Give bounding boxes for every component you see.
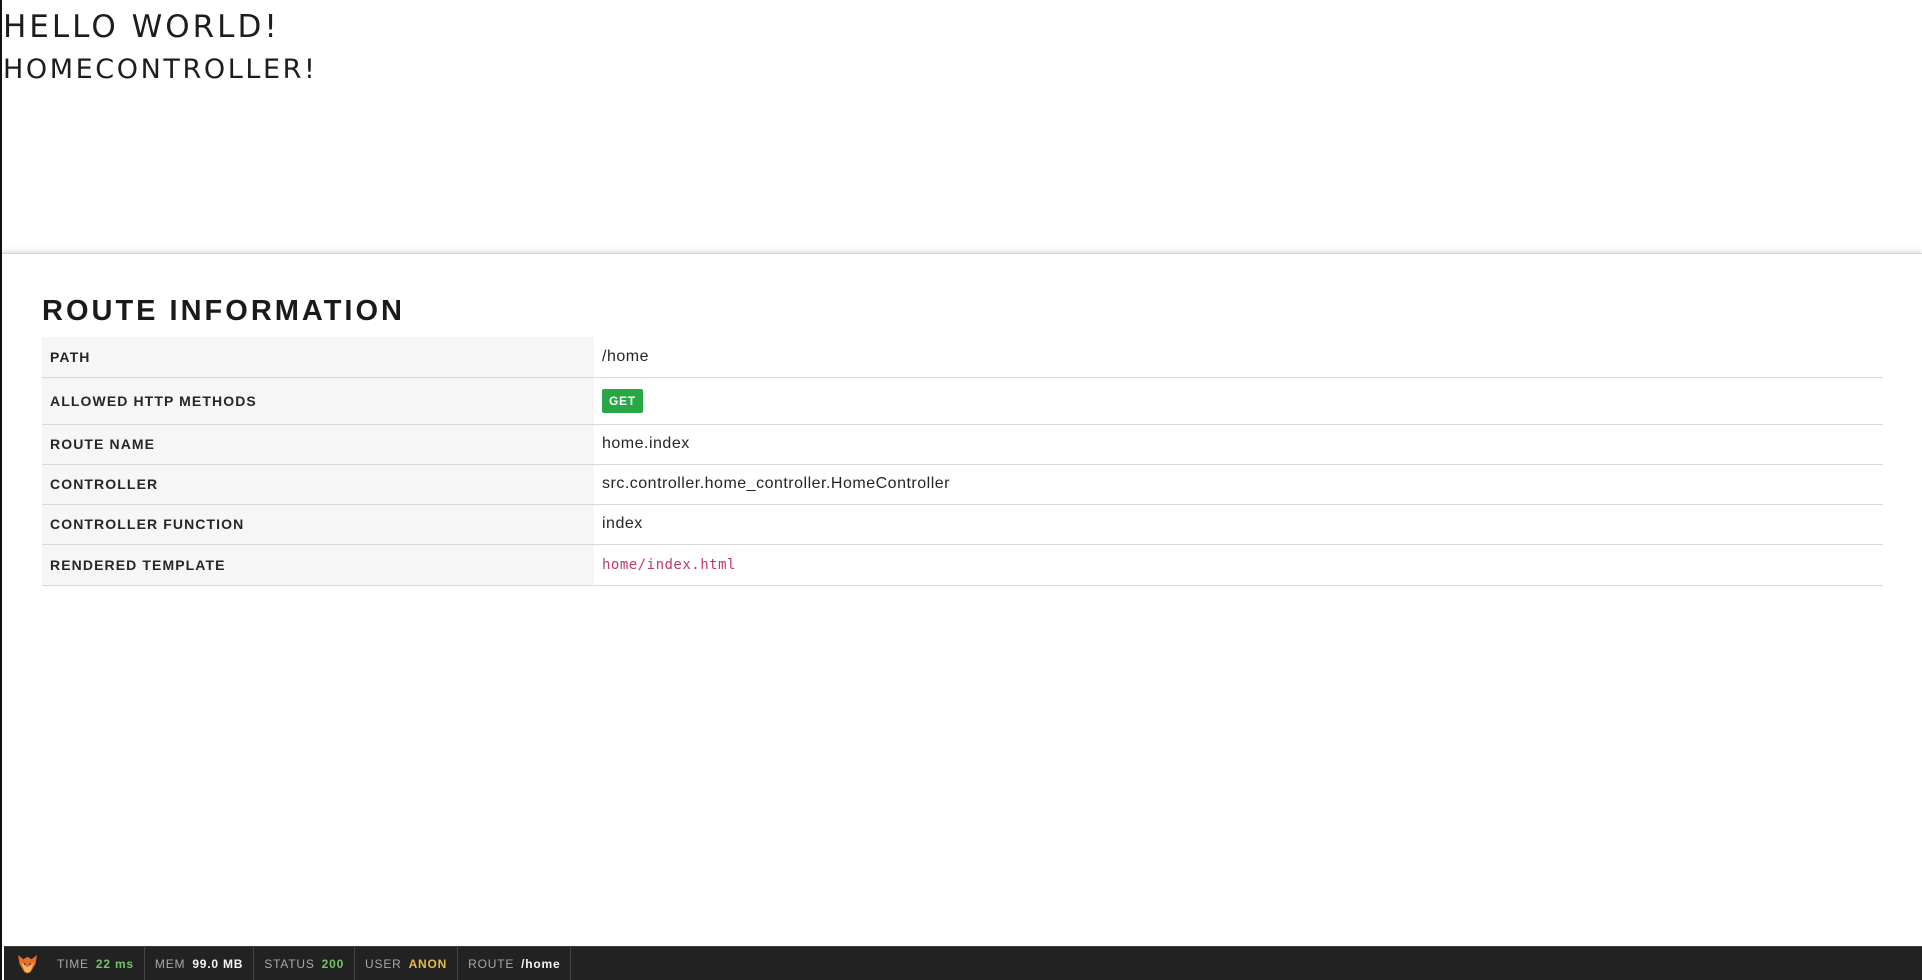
status-value: 200 xyxy=(321,956,345,971)
allowed-http-methods-row: ALLOWED HTTP METHODS GET xyxy=(42,377,1883,425)
route-name-row: ROUTE NAME home.index xyxy=(42,424,1883,465)
rendered-template-path: home/index.html xyxy=(602,556,736,573)
route-information-title: ROUTE INFORMATION xyxy=(42,295,405,327)
user-panel[interactable]: USER ANON xyxy=(355,947,459,980)
user-value: ANON xyxy=(408,956,448,971)
status-panel[interactable]: STATUS 200 xyxy=(254,947,356,980)
route-label: ROUTE xyxy=(468,956,515,971)
allowed-http-methods-cell: GET xyxy=(594,377,1883,425)
controller-function-row: CONTROLLER FUNCTION index xyxy=(42,504,1883,545)
route-path-row: PATH /home xyxy=(42,337,1883,378)
controller-row: CONTROLLER src.controller.home_controlle… xyxy=(42,464,1883,505)
time-label: TIME xyxy=(57,956,89,971)
route-information-panel: ROUTE INFORMATION PATH /home ALLOWED HTT… xyxy=(2,253,1922,947)
rendered-template-row: RENDERED TEMPLATE home/index.html xyxy=(42,544,1883,586)
controller-value: src.controller.home_controller.HomeContr… xyxy=(594,464,1883,505)
controller-function-label: CONTROLLER FUNCTION xyxy=(42,504,594,545)
time-value: 22 ms xyxy=(95,956,134,971)
route-value: /home xyxy=(521,956,561,971)
browser-page: HELLO WORLD! HOMECONTROLLER! ROUTE INFOR… xyxy=(0,0,1922,980)
route-path-label: PATH xyxy=(42,337,594,378)
rendered-template-label: RENDERED TEMPLATE xyxy=(42,544,594,586)
route-panel[interactable]: ROUTE /home xyxy=(458,947,572,980)
get-method-badge: GET xyxy=(602,388,643,413)
route-path-value: /home xyxy=(594,337,1883,378)
status-label: STATUS xyxy=(264,956,315,971)
user-label: USER xyxy=(365,956,402,971)
fox-logo-icon xyxy=(18,955,37,974)
controller-function-value: index xyxy=(594,504,1883,545)
memory-label: MEM xyxy=(154,956,186,971)
route-name-value: home.index xyxy=(594,424,1883,465)
route-information-table: PATH /home ALLOWED HTTP METHODS GET ROUT… xyxy=(42,337,1883,586)
route-information-table-body: PATH /home ALLOWED HTTP METHODS GET ROUT… xyxy=(42,337,1883,586)
rendered-template-cell: home/index.html xyxy=(594,544,1883,586)
memory-value: 99.0 MB xyxy=(192,956,244,971)
page-title: HELLO WORLD! xyxy=(3,9,280,45)
toolbar-logo[interactable] xyxy=(4,947,47,980)
debug-toolbar: TIME 22 ms MEM 99.0 MB STATUS 200 USER A… xyxy=(4,946,1922,980)
route-name-label: ROUTE NAME xyxy=(42,424,594,465)
memory-panel[interactable]: MEM 99.0 MB xyxy=(145,947,255,980)
controller-heading: HOMECONTROLLER! xyxy=(3,54,318,85)
allowed-http-methods-label: ALLOWED HTTP METHODS xyxy=(42,377,594,425)
controller-label: CONTROLLER xyxy=(42,464,594,505)
time-panel[interactable]: TIME 22 ms xyxy=(47,947,145,980)
app-content: HELLO WORLD! HOMECONTROLLER! xyxy=(2,0,1922,252)
